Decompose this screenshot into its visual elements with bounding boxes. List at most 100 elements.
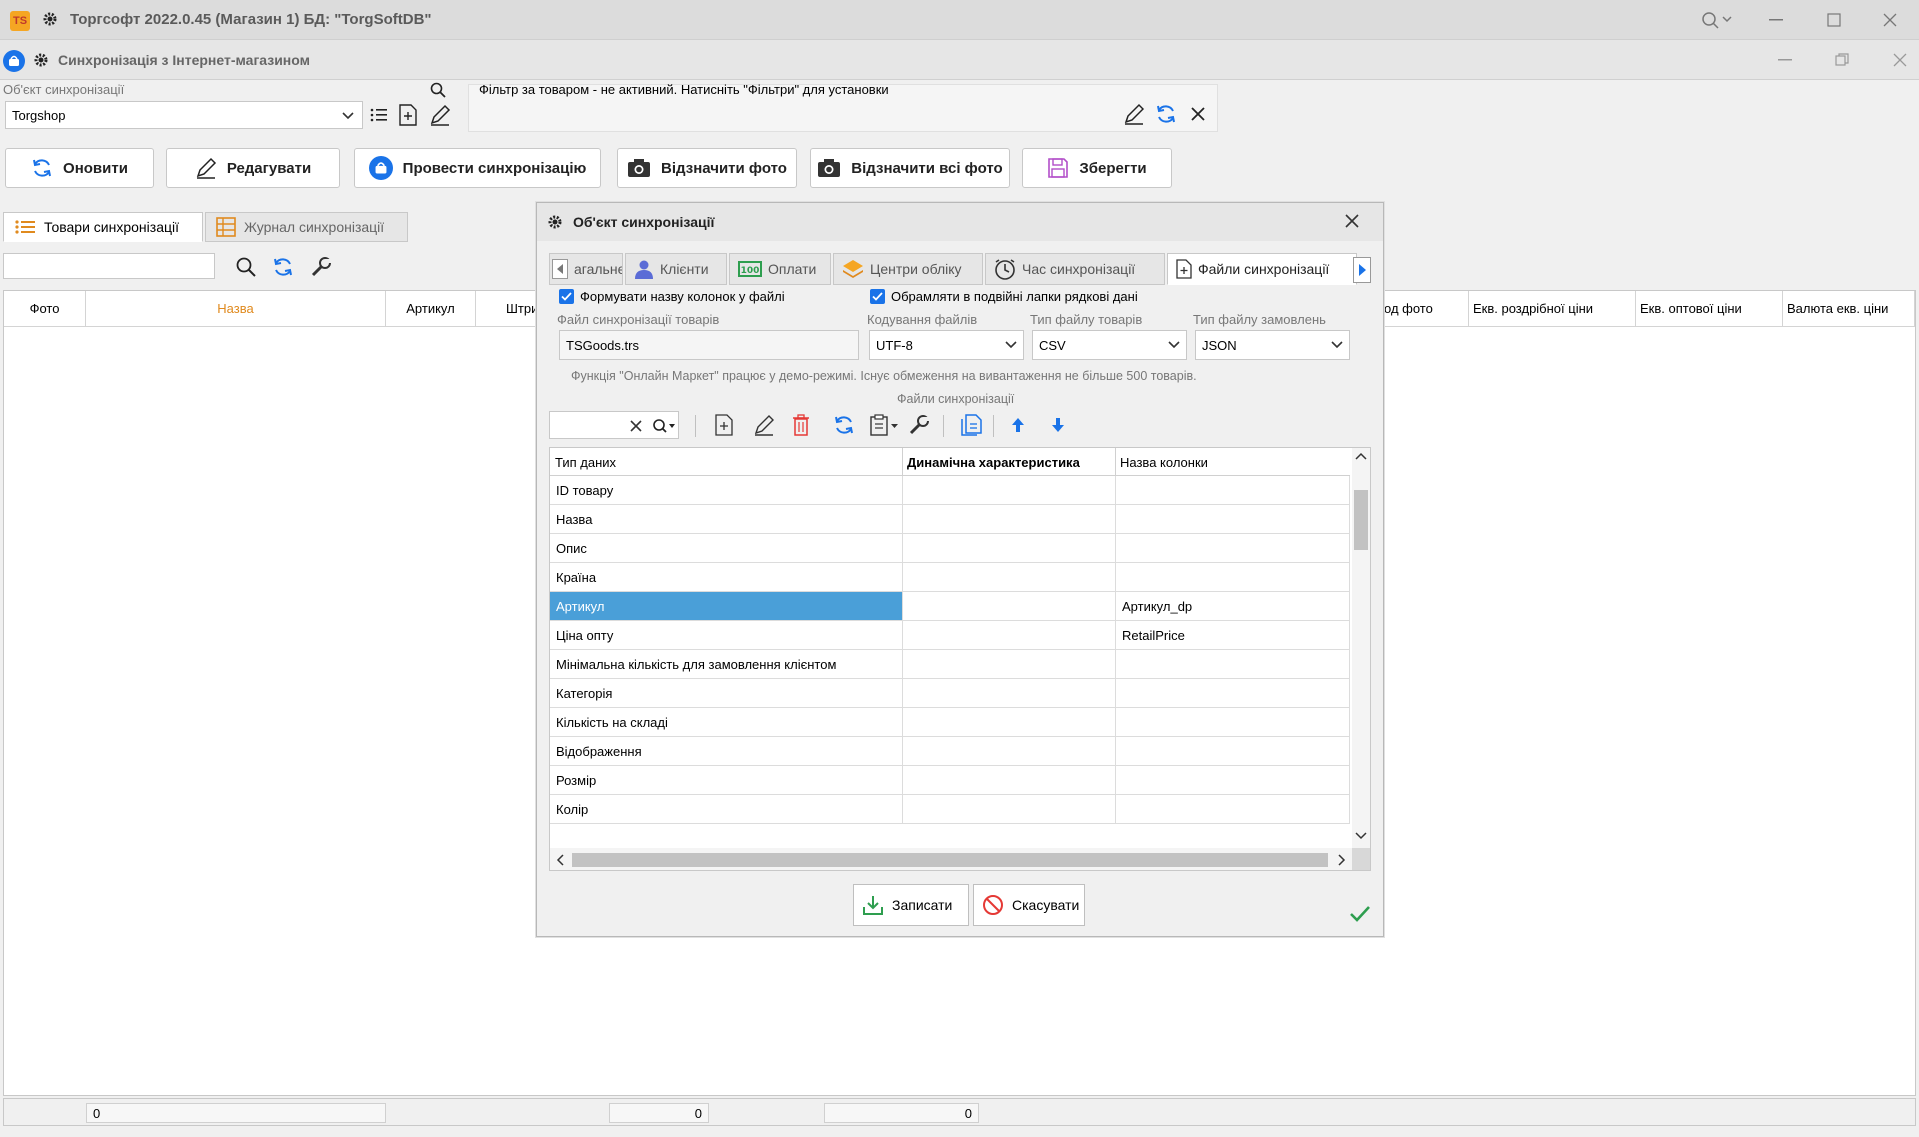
tab-sync-time[interactable]: Час синхронізації <box>985 253 1165 285</box>
table-cell[interactable] <box>1116 505 1350 533</box>
table-cell[interactable]: Мінімальна кількість для замовлення кліє… <box>550 650 903 678</box>
table-cell[interactable] <box>1116 563 1350 591</box>
tab-accounting-centers[interactable]: Центри обліку <box>833 253 983 285</box>
table-row[interactable]: Кількість на складі <box>550 708 1350 737</box>
save-button[interactable]: Зберегти <box>1022 148 1172 188</box>
tab-payments[interactable]: 100 Оплати <box>729 253 831 285</box>
scroll-thumb[interactable] <box>1354 490 1368 550</box>
table-cell[interactable] <box>903 476 1116 504</box>
table-cell[interactable] <box>903 534 1116 562</box>
column-header[interactable]: Артикул <box>386 291 476 327</box>
tab-clients[interactable]: Клієнти <box>625 253 727 285</box>
grid-search-input[interactable] <box>3 253 215 279</box>
wrench-icon[interactable] <box>908 414 930 436</box>
table-cell[interactable] <box>903 650 1116 678</box>
encoding-select[interactable]: UTF-8 <box>869 330 1024 360</box>
sync-button[interactable]: Провести синхронізацію <box>354 148 601 188</box>
mark-photo-button[interactable]: Відзначити фото <box>617 148 797 188</box>
table-cell[interactable] <box>903 766 1116 794</box>
column-header[interactable]: Динамічна характеристика <box>903 448 1116 476</box>
table-cell[interactable] <box>903 795 1116 823</box>
table-row[interactable]: Категорія <box>550 679 1350 708</box>
table-cell[interactable] <box>1116 650 1350 678</box>
clipboard-icon[interactable] <box>870 414 900 436</box>
column-header[interactable]: Екв. роздрібної ціни <box>1469 291 1636 327</box>
arrow-down-icon[interactable] <box>1051 417 1065 433</box>
add-file-icon[interactable] <box>399 104 417 126</box>
table-row[interactable]: Опис <box>550 534 1350 563</box>
chevron-right-icon[interactable] <box>1338 854 1346 866</box>
column-header[interactable]: од фото <box>1384 291 1469 327</box>
add-file-icon[interactable] <box>715 414 733 436</box>
table-cell[interactable]: Відображення <box>550 737 903 765</box>
table-cell[interactable]: Кількість на складі <box>550 708 903 736</box>
checkmark-icon[interactable] <box>1349 905 1371 923</box>
edit-button[interactable]: Редагувати <box>166 148 340 188</box>
search-options-icon[interactable] <box>652 418 678 434</box>
table-cell[interactable] <box>903 505 1116 533</box>
column-header[interactable]: Валюта екв. ціни <box>1783 291 1915 327</box>
files-search-input[interactable] <box>549 411 679 439</box>
scroll-thumb[interactable] <box>572 853 1328 867</box>
tab-sync-files[interactable]: Файли синхронізації <box>1167 253 1357 285</box>
write-button[interactable]: Записати <box>853 884 969 926</box>
tab-sync-journal[interactable]: Журнал синхронізації <box>205 212 408 242</box>
table-cell[interactable] <box>1116 534 1350 562</box>
gear-icon[interactable] <box>42 11 58 27</box>
chevron-up-icon[interactable] <box>1355 452 1367 460</box>
table-cell[interactable] <box>1116 476 1350 504</box>
table-cell[interactable] <box>1116 737 1350 765</box>
tab-general[interactable]: агальне <box>549 253 623 285</box>
table-cell[interactable]: Опис <box>550 534 903 562</box>
close-icon[interactable] <box>1880 46 1919 74</box>
table-cell[interactable]: Колір <box>550 795 903 823</box>
table-row[interactable]: Назва <box>550 505 1350 534</box>
search-icon[interactable] <box>430 82 446 98</box>
column-header[interactable]: Назва <box>86 291 386 327</box>
mark-all-photo-button[interactable]: Відзначити всі фото <box>810 148 1010 188</box>
search-icon[interactable] <box>236 257 256 277</box>
close-icon[interactable] <box>1345 214 1359 228</box>
clear-icon[interactable] <box>630 420 642 432</box>
gear-icon[interactable] <box>33 52 49 68</box>
table-cell[interactable] <box>903 737 1116 765</box>
column-header[interactable]: Штри <box>476 291 538 327</box>
table-cell[interactable] <box>903 708 1116 736</box>
refresh-icon[interactable] <box>272 256 294 278</box>
column-header[interactable]: Тип даних <box>550 448 903 476</box>
table-cell[interactable]: Назва <box>550 505 903 533</box>
column-header[interactable]: Екв. оптової ціни <box>1636 291 1783 327</box>
close-icon[interactable] <box>1870 6 1910 34</box>
table-row[interactable]: Колір <box>550 795 1350 824</box>
search-menu-icon[interactable] <box>1698 6 1738 34</box>
table-cell[interactable] <box>1116 708 1350 736</box>
quote-strings-checkbox[interactable]: Обрамляти в подвійні лапки рядкові дані <box>870 289 1138 304</box>
refresh-icon[interactable] <box>1155 103 1177 125</box>
column-header[interactable]: Фото <box>4 291 86 327</box>
scroll-right-icon[interactable] <box>1353 257 1371 283</box>
table-row[interactable]: ID товару <box>550 476 1350 505</box>
table-row[interactable]: Відображення <box>550 737 1350 766</box>
refresh-button[interactable]: Оновити <box>5 148 154 188</box>
scroll-left-icon[interactable] <box>552 259 568 279</box>
table-cell[interactable]: RetailPrice <box>1116 621 1350 649</box>
wrench-icon[interactable] <box>310 256 332 278</box>
table-cell[interactable] <box>1116 766 1350 794</box>
table-row[interactable]: Країна <box>550 563 1350 592</box>
table-cell[interactable]: Ціна опту <box>550 621 903 649</box>
table-row[interactable]: Ціна опту RetailPrice <box>550 621 1350 650</box>
table-cell[interactable] <box>903 621 1116 649</box>
table-cell[interactable]: Розмір <box>550 766 903 794</box>
column-header[interactable]: Назва колонки <box>1116 448 1350 476</box>
copy-file-icon[interactable] <box>961 414 983 436</box>
pencil-icon[interactable] <box>429 104 451 126</box>
close-icon[interactable] <box>1191 107 1205 121</box>
table-row[interactable]: Мінімальна кількість для замовлення кліє… <box>550 650 1350 679</box>
object-select[interactable]: Torgshop <box>5 101 363 129</box>
maximize-icon[interactable] <box>1814 6 1854 34</box>
orders-type-select[interactable]: JSON <box>1195 330 1350 360</box>
table-row[interactable]: Артикул Артикул_dp <box>550 592 1350 621</box>
table-cell[interactable]: ID товару <box>550 476 903 504</box>
table-cell[interactable]: Артикул <box>550 592 903 620</box>
horizontal-scrollbar[interactable] <box>550 848 1352 870</box>
